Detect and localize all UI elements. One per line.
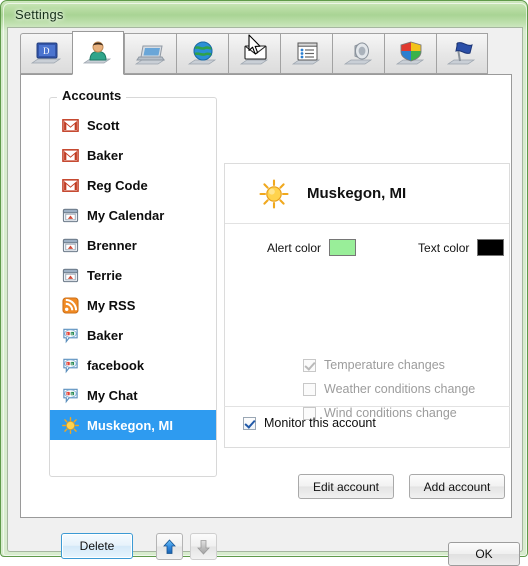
sun-icon bbox=[259, 178, 289, 209]
account-list-item[interactable]: Brenner bbox=[50, 230, 216, 260]
calendar-icon bbox=[62, 208, 79, 222]
notes-list-icon bbox=[291, 42, 320, 64]
monitor-divider bbox=[224, 406, 510, 407]
alert-color-swatch[interactable] bbox=[329, 239, 357, 256]
account-item-label: facebook bbox=[87, 357, 145, 373]
account-item-label: My Calendar bbox=[87, 207, 165, 223]
weather-conditions-row[interactable]: Weather conditions change bbox=[303, 382, 475, 396]
window-title: Settings bbox=[15, 7, 64, 22]
account-item-label: Scott bbox=[87, 117, 120, 133]
svg-text:D: D bbox=[43, 46, 50, 56]
account-item-label: Baker bbox=[87, 327, 124, 343]
monitor-account-label: Monitor this account bbox=[264, 416, 376, 430]
monitor-account-checkbox[interactable] bbox=[243, 416, 256, 430]
move-up-button[interactable] bbox=[156, 533, 183, 560]
account-item-label: Muskegon, MI bbox=[87, 417, 173, 433]
account-item-label: My RSS bbox=[87, 297, 136, 313]
temperature-changes-label: Temperature changes bbox=[324, 358, 445, 372]
account-list-item[interactable]: Scott bbox=[50, 110, 216, 140]
account-item-label: Terrie bbox=[87, 267, 123, 283]
monitor-account-row[interactable]: Monitor this account bbox=[243, 416, 376, 430]
computer-monitor-icon: D bbox=[30, 42, 61, 63]
tab-advanced[interactable] bbox=[436, 33, 488, 74]
tab-display[interactable] bbox=[124, 33, 176, 74]
alert-color-label: Alert color bbox=[267, 240, 322, 255]
chat-icon: tk bbox=[63, 388, 78, 403]
account-item-label: Brenner bbox=[87, 237, 137, 253]
weather-conditions-label: Weather conditions change bbox=[324, 382, 476, 396]
tab-security[interactable] bbox=[384, 33, 436, 74]
account-item-label: Baker bbox=[87, 147, 124, 163]
laptop-icon bbox=[134, 45, 165, 64]
arrow-down-icon bbox=[197, 539, 210, 555]
sun-icon bbox=[62, 416, 79, 434]
client-area: D Accounts Scott Baker Reg Code My Calendar… bbox=[7, 27, 523, 566]
accounts-group-legend: Accounts bbox=[57, 88, 127, 103]
svg-text:t: t bbox=[67, 331, 68, 335]
chat-icon: tk bbox=[63, 358, 78, 373]
gmail-icon bbox=[62, 118, 79, 132]
calendar-icon bbox=[62, 268, 79, 282]
tab-sounds[interactable] bbox=[332, 33, 384, 74]
tab-accounts[interactable] bbox=[72, 31, 124, 75]
chat-icon: tk bbox=[63, 328, 78, 343]
temperature-changes-row[interactable]: Temperature changes bbox=[303, 358, 445, 372]
envelope-mail-icon bbox=[239, 44, 268, 64]
ok-button[interactable]: OK bbox=[448, 542, 520, 566]
text-color-label: Text color bbox=[418, 240, 470, 255]
globe-internet-icon bbox=[187, 41, 216, 64]
move-down-button[interactable] bbox=[190, 533, 217, 560]
shield-security-icon bbox=[395, 41, 424, 64]
flag-icon bbox=[446, 41, 476, 64]
person-user-icon bbox=[82, 41, 112, 64]
account-detail-header: Muskegon, MI bbox=[225, 164, 509, 224]
account-list-item[interactable]: Terrie bbox=[50, 260, 216, 290]
weather-conditions-checkbox[interactable] bbox=[303, 382, 316, 396]
account-list-item[interactable]: My RSS bbox=[50, 290, 216, 320]
temperature-changes-checkbox[interactable] bbox=[303, 358, 316, 372]
tab-notes[interactable] bbox=[280, 33, 332, 74]
accounts-tab-page: Accounts Scott Baker Reg Code My Calendar Br… bbox=[20, 74, 512, 560]
tab-row: D bbox=[20, 31, 488, 76]
rss-icon bbox=[62, 296, 79, 314]
speaker-sound-icon bbox=[343, 41, 372, 64]
account-item-label: My Chat bbox=[87, 387, 138, 403]
arrow-up-icon bbox=[163, 538, 176, 554]
account-list-item[interactable]: t k My Chat bbox=[50, 380, 216, 410]
settings-window: Settings D Accounts Scott Baker Reg Code My… bbox=[0, 0, 528, 566]
account-list-item[interactable]: Baker bbox=[50, 140, 216, 170]
title-bar: Settings bbox=[1, 1, 528, 29]
account-detail-title: Muskegon, MI bbox=[307, 185, 407, 202]
calendar-icon bbox=[62, 238, 79, 252]
svg-text:t: t bbox=[67, 391, 68, 395]
account-list-item[interactable]: t k Baker bbox=[50, 320, 216, 350]
tab-general[interactable]: D bbox=[20, 33, 72, 74]
account-list-item[interactable]: My Calendar bbox=[50, 200, 216, 230]
account-list-item[interactable]: Muskegon, MI bbox=[50, 410, 216, 440]
delete-button[interactable]: Delete bbox=[61, 533, 133, 559]
text-color-swatch[interactable] bbox=[477, 239, 505, 256]
account-list-item[interactable]: t k facebook bbox=[50, 350, 216, 380]
edit-account-button[interactable]: Edit account bbox=[298, 474, 394, 499]
svg-text:t: t bbox=[67, 361, 68, 365]
gmail-icon bbox=[62, 148, 79, 162]
color-settings-row: Alert color Text color bbox=[225, 239, 509, 256]
account-item-label: Reg Code bbox=[87, 177, 148, 193]
tab-mail[interactable] bbox=[228, 33, 280, 74]
add-account-button[interactable]: Add account bbox=[409, 474, 505, 499]
accounts-list[interactable]: Scott Baker Reg Code My Calendar Brenner Terr… bbox=[50, 110, 216, 475]
tab-strip: D bbox=[20, 31, 512, 78]
account-list-item[interactable]: Reg Code bbox=[50, 170, 216, 200]
gmail-icon bbox=[62, 178, 79, 192]
tab-network[interactable] bbox=[176, 33, 228, 74]
